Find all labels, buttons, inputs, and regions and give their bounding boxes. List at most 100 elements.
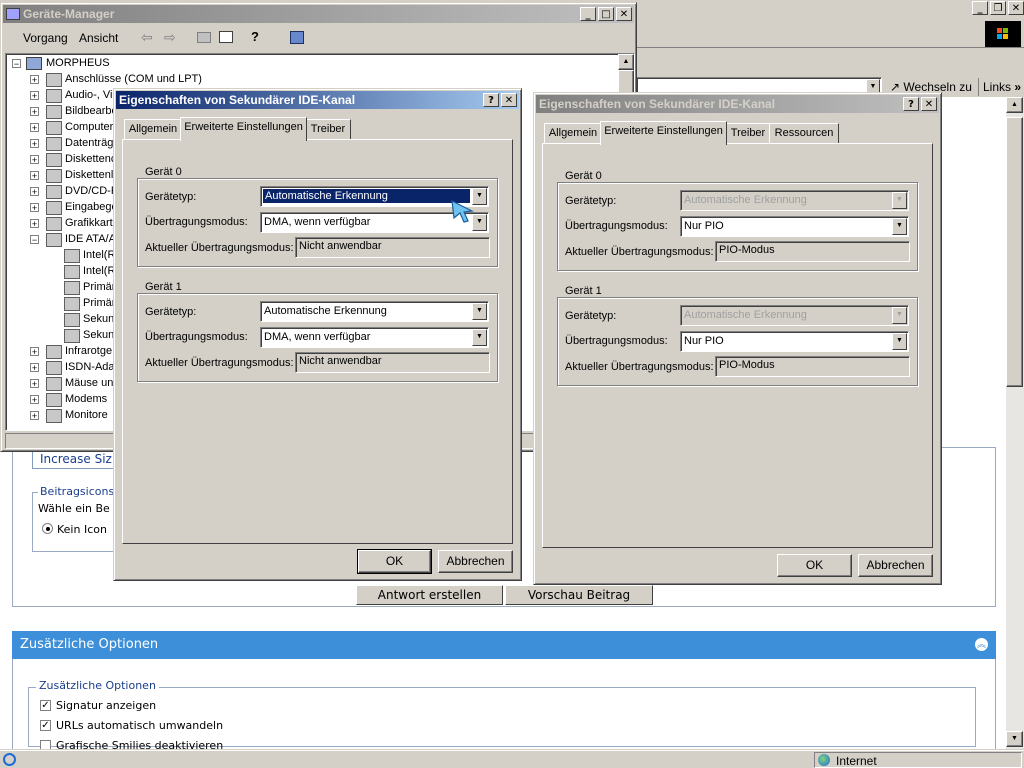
tree-item-label: Primär [83,281,116,293]
device-icon [46,345,62,359]
device-icon [46,153,62,167]
collapse-icon[interactable]: − [12,59,21,69]
mouse-cursor-icon [451,199,475,223]
tree-item-label: Diskettenl [65,169,114,181]
expand-icon[interactable]: + [30,123,39,133]
folder-icon[interactable] [197,32,211,43]
smilies-label: Grafische Smilies deaktivieren [56,739,224,749]
expand-icon[interactable]: + [30,379,39,389]
device-icon [46,121,62,135]
tree-item-label: Primär [83,297,116,309]
expand-icon[interactable]: + [30,75,39,85]
expand-icon[interactable]: + [30,363,39,373]
menu-ansicht[interactable]: Ansicht [79,31,118,45]
minimize-icon[interactable]: _ [972,1,988,15]
close-icon[interactable]: ✕ [616,7,632,21]
tree-item-label: ISDN-Ada [65,361,115,373]
tree-item[interactable]: + Anschlüsse (COM und LPT) [6,72,606,88]
scroll-up-icon[interactable]: ▲ [1006,97,1023,113]
help-icon[interactable]: ? [903,97,919,111]
scroll-thumb[interactable] [1006,117,1023,387]
help-icon[interactable]: ? [483,93,499,107]
tab-erweiterte-einstellungen[interactable]: Erweiterte Einstellungen [600,121,727,145]
browser-window-controls: _ ❐ ✕ [970,1,1024,15]
device-icon [46,185,62,199]
menu-vorgang[interactable]: Vorgang [23,31,68,45]
cancel-button[interactable]: Abbrechen [438,550,513,573]
tree-root[interactable]: − MORPHEUS [6,56,606,72]
device0-mode-select[interactable]: Nur PIO ▼ [680,216,909,237]
device0-current-label: Aktueller Übertragungsmodus: [565,246,714,258]
expand-icon[interactable]: + [30,411,39,421]
expand-icon[interactable]: + [30,203,39,213]
scroll-down-icon[interactable]: ▼ [1006,731,1023,747]
restore-icon[interactable]: ❐ [990,1,1006,15]
device-icon [64,249,80,263]
device1-mode-select[interactable]: DMA, wenn verfügbar ▼ [260,327,489,348]
tree-item-label: IDE ATA/A [65,233,116,245]
expand-icon[interactable]: + [30,395,39,405]
expand-icon[interactable]: + [30,219,39,229]
device1-mode-select[interactable]: Nur PIO ▼ [680,331,909,352]
tab-treiber[interactable]: Treiber [305,119,351,140]
tab-treiber[interactable]: Treiber [725,123,771,144]
expand-icon[interactable]: + [30,107,39,117]
vorschau-button[interactable]: Vorschau Beitrag [505,585,653,605]
collapse-icon[interactable]: ︽ [975,638,988,651]
help-icon[interactable]: ? [251,29,259,44]
expand-icon[interactable]: + [30,91,39,101]
chevron-down-icon[interactable]: ▼ [472,329,487,346]
ok-button[interactable]: OK [777,554,852,577]
expand-icon[interactable]: + [30,139,39,149]
cancel-button[interactable]: Abbrechen [858,554,933,577]
device0-current-value: PIO-Modus [715,241,910,262]
dialog-left-title: Eigenschaften von Sekundärer IDE-Kanal [119,93,356,107]
tree-item-label: Mäuse un [65,377,114,389]
scroll-up-icon[interactable]: ▲ [618,54,634,70]
device-manager-title: Geräte-Manager [23,7,115,21]
kein-icon-radio[interactable] [42,523,53,534]
device-manager-titlebar: Geräte-Manager _ □ ✕ [3,5,634,23]
device-icon [46,169,62,183]
properties-icon[interactable] [219,31,233,43]
scan-hardware-icon[interactable] [290,31,304,44]
minimize-icon[interactable]: _ [580,7,596,21]
signatur-checkbox[interactable]: ✓ [40,700,51,711]
urls-checkbox[interactable]: ✓ [40,720,51,731]
expand-icon[interactable]: + [30,155,39,165]
device0-current-label: Aktueller Übertragungsmodus: [145,242,294,254]
close-icon[interactable]: ✕ [1008,1,1024,15]
links-label[interactable]: Links » [978,78,1022,96]
tree-item-label: Bildbearbe [65,105,118,117]
device1-current-label: Aktueller Übertragungsmodus: [145,357,294,369]
chevron-down-icon[interactable]: ▼ [892,333,907,350]
maximize-icon[interactable]: □ [598,7,614,21]
status-zone-label: Internet [836,754,877,768]
close-icon[interactable]: ✕ [501,93,517,107]
tab-allgemein[interactable]: Allgemein [544,123,602,144]
tab-allgemein[interactable]: Allgemein [124,119,182,140]
expand-icon[interactable]: + [30,187,39,197]
ok-button[interactable]: OK [357,549,432,574]
device1-type-label: Gerätetyp: [145,306,197,318]
collapse-icon[interactable]: − [30,235,39,245]
back-icon[interactable]: ⇦ [141,29,153,46]
web-scrollbar[interactable]: ▲ ▼ [1006,97,1024,749]
tree-item-label: Datenträg [65,137,114,149]
expand-icon[interactable]: + [30,171,39,181]
urls-label: URLs automatisch umwandeln [56,719,224,732]
forward-icon[interactable]: ⇨ [164,29,176,46]
chevron-down-icon[interactable]: ▼ [866,79,880,93]
toolbar-row [636,20,1024,48]
chevron-down-icon[interactable]: ▼ [892,218,907,235]
close-icon[interactable]: ✕ [921,97,937,111]
device-manager-toolbar: Vorgang Ansicht ⇦ ⇨ ? [3,26,634,50]
tab-erweiterte-einstellungen[interactable]: Erweiterte Einstellungen [180,117,307,141]
antwort-button[interactable]: Antwort erstellen [356,585,503,605]
tab-ressourcen[interactable]: Ressourcen [769,123,839,144]
expand-icon[interactable]: + [30,347,39,357]
signatur-label: Signatur anzeigen [56,699,157,712]
chevron-down-icon[interactable]: ▼ [472,303,487,320]
device1-type-select[interactable]: Automatische Erkennung ▼ [260,301,489,322]
smilies-checkbox[interactable] [40,740,51,749]
